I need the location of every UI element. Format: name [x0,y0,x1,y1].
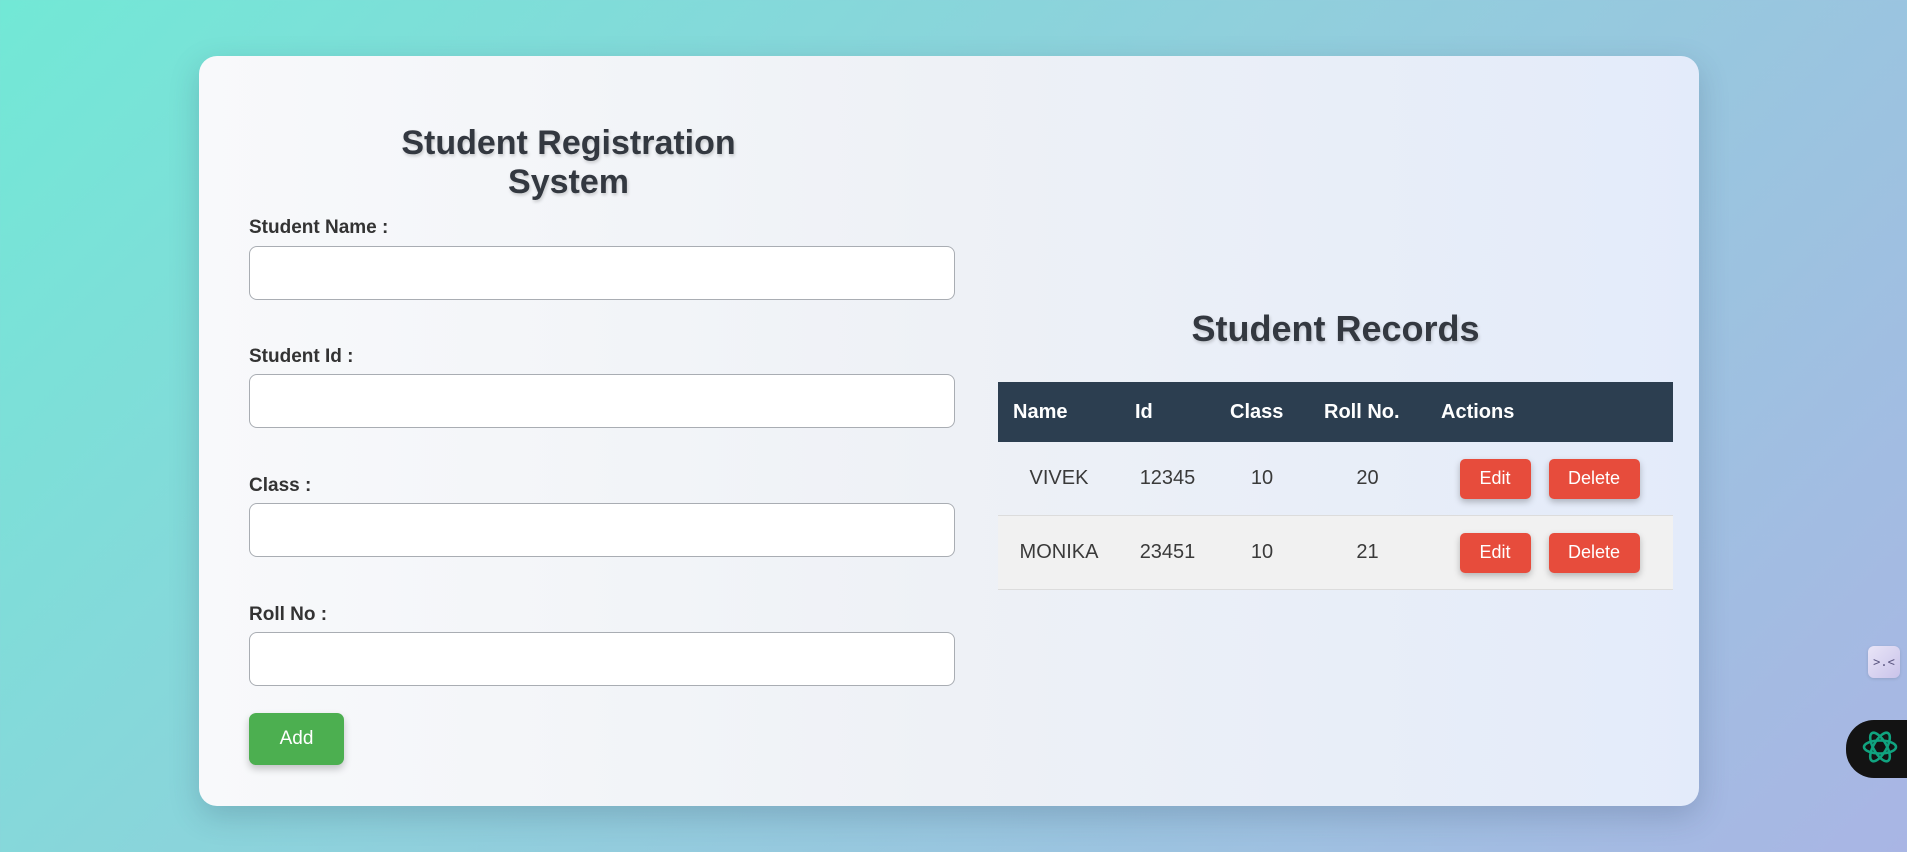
cell-roll-no: 20 [1309,442,1426,516]
records-title: Student Records [1191,308,1480,349]
cell-name: MONIKA [998,515,1120,590]
roll-no-label: Roll No : [249,604,328,625]
student-id-input[interactable] [249,374,955,428]
student-name-input[interactable] [249,246,955,300]
edit-button[interactable]: Edit [1459,532,1531,573]
cell-class: 10 [1215,515,1309,590]
student-name-label: Student Name : [249,217,389,238]
column-header-actions: Actions [1441,400,1515,423]
cell-actions: Edit Delete [1426,515,1673,590]
class-label: Class : [249,475,312,496]
extension-icon[interactable]: >.< [1868,646,1900,678]
column-header-roll-no: Roll No. [1324,400,1400,423]
add-button[interactable]: Add [249,713,344,765]
assistant-launcher-button[interactable] [1846,720,1907,778]
form-title: Student Registration System [401,124,736,201]
cell-id: 12345 [1120,442,1215,516]
cell-id: 23451 [1120,515,1215,590]
cell-name: VIVEK [998,442,1120,516]
roll-no-input[interactable] [249,632,955,686]
registration-card: Student Registration System Student Name… [199,56,1699,806]
table-row: MONIKA 23451 10 21 Edit Delete [998,515,1673,590]
column-header-name: Name [1013,400,1068,423]
table-header-row: Name Id Class Roll No. Actions [998,382,1673,442]
assistant-logo-icon [1860,727,1900,772]
class-input[interactable] [249,503,955,557]
column-header-id: Id [1135,400,1153,423]
edit-button[interactable]: Edit [1459,458,1531,499]
delete-button[interactable]: Delete [1548,532,1640,573]
cell-actions: Edit Delete [1426,442,1673,516]
student-id-label: Student Id : [249,346,354,367]
extension-glyph: >.< [1873,655,1895,669]
delete-button[interactable]: Delete [1548,458,1640,499]
cell-class: 10 [1215,442,1309,516]
table-row: VIVEK 12345 10 20 Edit Delete [998,442,1673,516]
cell-roll-no: 21 [1309,515,1426,590]
records-table: Name Id Class Roll No. Actions VIVEK 123… [998,382,1673,590]
column-header-class: Class [1230,400,1284,423]
